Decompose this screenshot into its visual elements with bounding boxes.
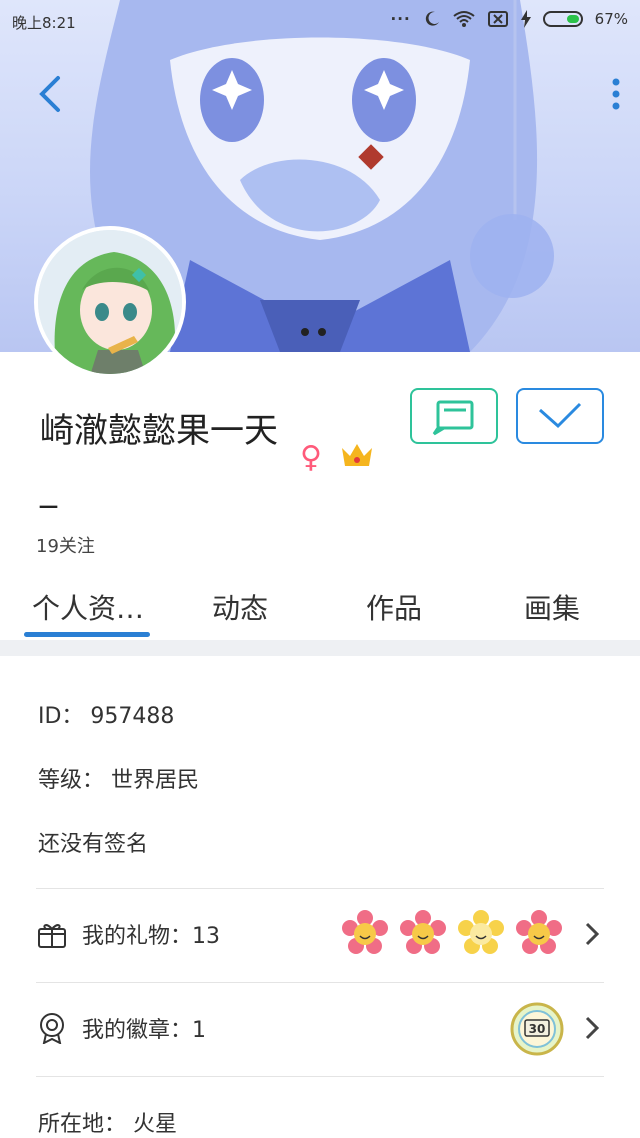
message-button[interactable] — [410, 388, 498, 444]
medal-text: 30 — [529, 1022, 546, 1036]
divider — [36, 982, 604, 983]
wifi-icon — [453, 11, 475, 27]
status-bar: 晚上8:21 ··· 67% — [0, 0, 640, 44]
gift-icon — [38, 924, 66, 948]
user-signature: 还没有签名 — [38, 832, 149, 857]
divider — [36, 1076, 604, 1077]
no-sim-icon — [487, 11, 508, 27]
crown-icon — [342, 444, 372, 466]
back-arrow-icon[interactable] — [36, 74, 66, 114]
tab-works[interactable]: 作品 — [366, 580, 422, 638]
user-level: 等级： 世界居民 — [38, 768, 199, 793]
status-icons: ··· 67% — [391, 10, 628, 28]
user-id: ID： 957488 — [38, 704, 175, 729]
profile-name: 崎澈懿懿果一天_ — [40, 411, 278, 509]
chevron-right-icon — [585, 1016, 600, 1040]
follow-count[interactable]: 19关注 — [36, 532, 95, 558]
battery-level: 67% — [594, 10, 628, 28]
section-divider — [0, 640, 640, 656]
tab-activity[interactable]: 动态 — [212, 580, 268, 638]
avatar-image — [38, 230, 182, 374]
badges-label: 我的徽章：1 — [82, 1018, 206, 1043]
battery-icon — [542, 11, 583, 27]
divider — [36, 888, 604, 889]
tab-indicator — [24, 632, 150, 637]
badge-icon — [40, 1013, 64, 1044]
avatar[interactable] — [34, 226, 186, 378]
more-notifications-icon: ··· — [390, 10, 411, 28]
medal-30-icon: 30 — [510, 1002, 564, 1056]
gifts-label: 我的礼物：13 — [82, 924, 220, 949]
tab-albums[interactable]: 画集 — [524, 580, 580, 638]
tab-profile-info[interactable]: 个人资… — [32, 580, 144, 638]
profile-tabs: 个人资… 动态 作品 画集 — [0, 580, 640, 638]
message-icon — [432, 400, 474, 436]
chevron-right-icon — [585, 922, 600, 946]
pink-flower-icon — [342, 910, 388, 954]
pink-flower-icon — [516, 910, 562, 954]
location: 所在地： 火星 — [38, 1112, 177, 1137]
charging-icon — [520, 10, 531, 28]
pink-flower-icon — [400, 910, 446, 954]
gender-female-icon: ♀ — [300, 440, 322, 475]
check-icon — [539, 402, 582, 429]
more-options-icon[interactable] — [610, 78, 622, 110]
status-time: 晚上8:21 — [12, 14, 76, 32]
yellow-flower-icon — [458, 910, 504, 954]
follow-button[interactable] — [516, 388, 604, 444]
moon-icon — [425, 11, 439, 26]
